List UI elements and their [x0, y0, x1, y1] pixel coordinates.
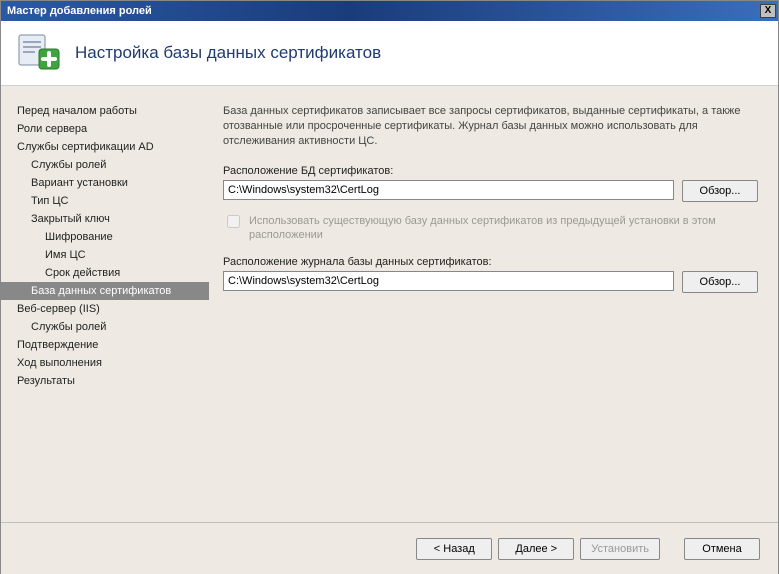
sidebar-item-4[interactable]: Вариант установки	[1, 174, 209, 192]
page-title: Настройка базы данных сертификатов	[75, 43, 381, 63]
sidebar-item-7[interactable]: Шифрование	[1, 228, 209, 246]
db-location-input[interactable]	[223, 180, 674, 200]
main-panel: База данных сертификатов записывает все …	[209, 86, 778, 522]
next-button[interactable]: Далее >	[498, 538, 574, 560]
content-area: Перед началом работыРоли сервераСлужбы с…	[1, 86, 778, 522]
sidebar-item-1[interactable]: Роли сервера	[1, 120, 209, 138]
sidebar-item-10[interactable]: База данных сертификатов	[1, 282, 209, 300]
cancel-button[interactable]: Отмена	[684, 538, 760, 560]
sidebar-item-12[interactable]: Службы ролей	[1, 318, 209, 336]
sidebar-item-6[interactable]: Закрытый ключ	[1, 210, 209, 228]
sidebar-item-14[interactable]: Ход выполнения	[1, 354, 209, 372]
close-icon[interactable]: X	[760, 4, 776, 18]
use-existing-checkbox	[227, 215, 240, 228]
browse-log-button[interactable]: Обзор...	[682, 271, 758, 293]
sidebar: Перед началом работыРоли сервераСлужбы с…	[1, 86, 209, 522]
sidebar-item-5[interactable]: Тип ЦС	[1, 192, 209, 210]
sidebar-item-15[interactable]: Результаты	[1, 372, 209, 390]
titlebar: Мастер добавления ролей X	[1, 1, 778, 21]
banner: Настройка базы данных сертификатов	[1, 21, 778, 86]
db-location-label: Расположение БД сертификатов:	[223, 165, 758, 177]
install-button: Установить	[580, 538, 660, 560]
sidebar-item-8[interactable]: Имя ЦС	[1, 246, 209, 264]
window-title: Мастер добавления ролей	[7, 5, 152, 17]
sidebar-item-11[interactable]: Веб-сервер (IIS)	[1, 300, 209, 318]
log-location-input[interactable]	[223, 271, 674, 291]
sidebar-item-2[interactable]: Службы сертификации AD	[1, 138, 209, 156]
log-location-label: Расположение журнала базы данных сертифи…	[223, 256, 758, 268]
sidebar-item-0[interactable]: Перед началом работы	[1, 102, 209, 120]
browse-db-button[interactable]: Обзор...	[682, 180, 758, 202]
wizard-icon	[15, 31, 63, 75]
sidebar-item-13[interactable]: Подтверждение	[1, 336, 209, 354]
sidebar-item-9[interactable]: Срок действия	[1, 264, 209, 282]
use-existing-label: Использовать существующую базу данных се…	[249, 214, 758, 243]
sidebar-item-3[interactable]: Службы ролей	[1, 156, 209, 174]
footer: < Назад Далее > Установить Отмена	[1, 522, 778, 574]
description-text: База данных сертификатов записывает все …	[223, 104, 758, 149]
back-button[interactable]: < Назад	[416, 538, 492, 560]
